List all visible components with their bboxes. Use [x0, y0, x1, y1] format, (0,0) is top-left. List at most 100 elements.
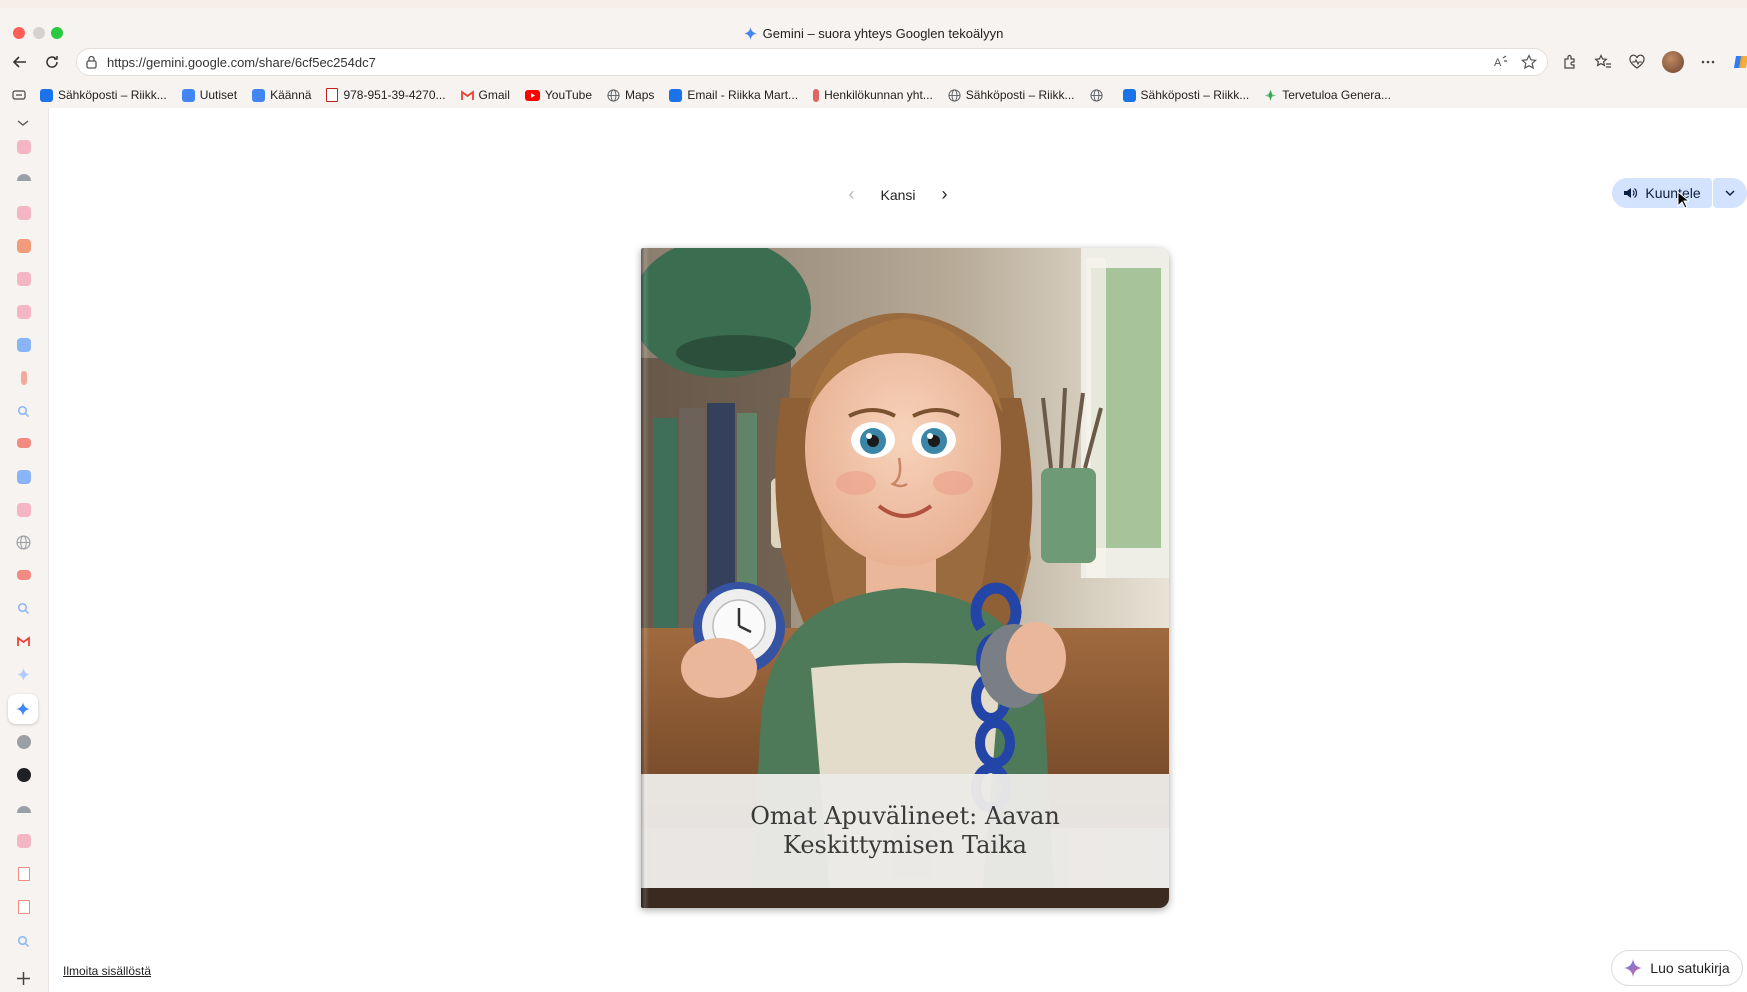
- sidebar-threads-icon[interactable]: [17, 768, 31, 782]
- cover-title: Omat Apuvälineet: Aavan Keskittymisen Ta…: [750, 802, 1060, 859]
- browser-sidebar: [0, 108, 49, 992]
- news-icon: [181, 88, 195, 102]
- bookmark-1[interactable]: Uutiset: [181, 88, 238, 102]
- listen-options-button[interactable]: [1713, 178, 1747, 208]
- back-button[interactable]: [8, 50, 32, 74]
- sidebar-pdf-icon[interactable]: [18, 867, 30, 881]
- sidebar-globe-icon[interactable]: [16, 535, 31, 550]
- globe-icon: [1089, 88, 1103, 102]
- bookmark-label: 978-951-39-4270...: [343, 88, 446, 102]
- bookmark-0[interactable]: Sähköposti – Riikk...: [40, 88, 167, 102]
- sidebar-pdf-icon[interactable]: [18, 900, 30, 914]
- bookmarks-menu-icon[interactable]: [12, 89, 26, 101]
- bookmark-label: Sähköposti – Riikk...: [58, 88, 167, 102]
- sidebar-cloud-icon[interactable]: [17, 174, 31, 181]
- more-options-icon[interactable]: [1700, 54, 1716, 70]
- book-spine: [641, 248, 649, 908]
- intranet-icon: [813, 88, 820, 102]
- sidebar-cloud-icon[interactable]: [17, 806, 31, 813]
- bookmark-label: Uutiset: [199, 88, 238, 102]
- sidebar-app-icon[interactable]: [17, 140, 31, 154]
- site-info-icon[interactable]: [85, 55, 98, 69]
- bookmark-3[interactable]: 978-951-39-4270...: [326, 88, 446, 102]
- bookmark-label: Maps: [625, 88, 655, 102]
- translate-icon: [252, 88, 266, 102]
- sidebar-youtube-icon[interactable]: [17, 438, 31, 448]
- sidebar-gemini-icon[interactable]: [17, 668, 30, 681]
- reload-icon: [46, 56, 58, 68]
- sidebar-calendar-icon[interactable]: [17, 470, 31, 484]
- bookmark-4[interactable]: Gmail: [460, 88, 510, 102]
- address-bar[interactable]: https://gemini.google.com/share/6cf5ec25…: [76, 48, 1548, 76]
- window-title: Gemini – suora yhteys Googlen tekoälyyn: [0, 26, 1747, 41]
- page-label: Kansi: [880, 186, 916, 203]
- sidebar-search-icon[interactable]: [17, 935, 30, 948]
- next-page-button[interactable]: ›: [930, 184, 960, 205]
- toolbar-right-actions: [1562, 51, 1747, 73]
- sidebar-gmail-icon[interactable]: [17, 636, 30, 647]
- speaker-icon: [1624, 188, 1638, 198]
- gemini-spark-icon: [1624, 959, 1643, 977]
- report-content-link[interactable]: Ilmoita sisällöstä: [63, 964, 151, 978]
- outlook-icon: [40, 88, 53, 102]
- bookmark-11[interactable]: Sähköposti – Riikk...: [1122, 88, 1250, 102]
- sidebar-youtube-icon[interactable]: [17, 570, 31, 580]
- back-arrow-icon: [12, 56, 26, 68]
- bookmark-label: Henkilökunnan yht...: [824, 88, 933, 102]
- extensions-icon[interactable]: [1562, 54, 1578, 70]
- outlook-icon: [669, 88, 683, 102]
- sidebar-app-icon[interactable]: [17, 503, 31, 517]
- gemini-spark-icon: [16, 702, 30, 716]
- add-icon[interactable]: [16, 971, 31, 986]
- sidebar-outlook-icon[interactable]: [17, 338, 31, 352]
- copilot-icon[interactable]: [1732, 53, 1747, 71]
- globe-icon: [948, 88, 961, 102]
- sidebar-blogger-icon[interactable]: [17, 239, 31, 253]
- reload-button[interactable]: [40, 50, 64, 74]
- bookmark-label: Käännä: [270, 88, 312, 102]
- bookmark-9[interactable]: Sähköposti – Riikk...: [948, 88, 1075, 102]
- cover-title-panel: Omat Apuvälineet: Aavan Keskittymisen Ta…: [641, 774, 1169, 888]
- pdf-icon: [326, 88, 339, 102]
- sidebar-app-icon[interactable]: [17, 735, 31, 749]
- bookmark-7[interactable]: Email - Riikka Mart...: [669, 88, 798, 102]
- chevron-down-icon[interactable]: [16, 118, 30, 128]
- listen-label: Kuuntele: [1645, 185, 1701, 201]
- bookmark-6[interactable]: Maps: [607, 88, 654, 102]
- bookmark-5[interactable]: YouTube: [524, 88, 593, 102]
- health-icon[interactable]: [1628, 54, 1646, 70]
- sidebar-search-icon[interactable]: [17, 602, 30, 615]
- storybook-cover[interactable]: Omat Apuvälineet: Aavan Keskittymisen Ta…: [641, 248, 1169, 908]
- bookmark-12[interactable]: Tervetuloa Genera...: [1264, 88, 1391, 102]
- sidebar-app-icon[interactable]: [17, 834, 31, 848]
- sidebar-app-icon[interactable]: [17, 305, 31, 319]
- sidebar-intranet-icon[interactable]: [21, 371, 27, 385]
- bookmarks-bar: Sähköposti – Riikk... Uutiset Käännä 978…: [0, 82, 1747, 109]
- bookmark-label: Tervetuloa Genera...: [1282, 88, 1391, 102]
- favorite-star-icon[interactable]: [1521, 54, 1537, 70]
- svg-text:A: A: [1494, 57, 1502, 69]
- globe-icon: [607, 88, 620, 102]
- outlook-icon: [1122, 88, 1136, 102]
- window-title-text: Gemini – suora yhteys Googlen tekoälyyn: [762, 26, 1004, 41]
- profile-avatar[interactable]: [1662, 51, 1684, 73]
- url-text[interactable]: https://gemini.google.com/share/6cf5ec25…: [107, 55, 376, 70]
- bookmark-label: Sähköposti – Riikk...: [1140, 88, 1250, 102]
- browser-toolbar: https://gemini.google.com/share/6cf5ec25…: [0, 42, 1747, 82]
- create-storybook-button[interactable]: Luo satukirja: [1611, 950, 1743, 986]
- sidebar-app-icon[interactable]: [17, 206, 31, 220]
- sidebar-search-icon[interactable]: [17, 405, 30, 418]
- sidebar-gemini-active[interactable]: [8, 694, 38, 724]
- previous-page-button[interactable]: ‹: [836, 184, 866, 205]
- bookmark-10[interactable]: [1089, 88, 1108, 102]
- listen-button[interactable]: Kuuntele: [1612, 178, 1712, 208]
- sidebar-app-icon[interactable]: [17, 272, 31, 286]
- chevron-down-icon: [1725, 190, 1735, 197]
- gemini-spark-icon: [743, 27, 757, 40]
- bookmark-2[interactable]: Käännä: [252, 88, 311, 102]
- bookmark-label: YouTube: [544, 88, 593, 102]
- read-aloud-icon[interactable]: A: [1493, 54, 1509, 70]
- mouse-cursor-icon: [1677, 191, 1689, 209]
- bookmark-8[interactable]: Henkilökunnan yht...: [813, 88, 933, 102]
- favorites-icon[interactable]: [1594, 54, 1612, 70]
